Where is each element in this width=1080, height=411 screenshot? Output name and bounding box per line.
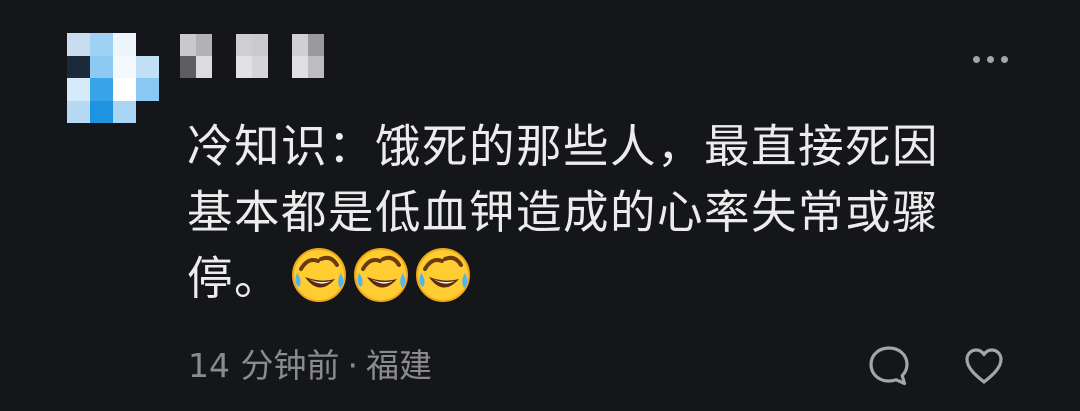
more-dot — [1000, 55, 1008, 63]
more-dot — [972, 55, 980, 63]
meta-separator: · — [347, 346, 358, 385]
username-pixel-block — [180, 34, 212, 78]
reply-button[interactable] — [867, 344, 911, 388]
comment-text-line: 冷知识：饿死的那些人，最直接死因 — [187, 120, 940, 173]
comment-bubble-icon — [869, 346, 909, 386]
username-pixel-block — [236, 34, 268, 78]
more-dot — [986, 55, 994, 63]
comment-text-line: 基本都是低血钾造成的心率失常或骤 — [187, 186, 940, 239]
time-ago: 14 分钟前 — [188, 346, 340, 385]
comment-text-line: 停。 — [187, 246, 1017, 312]
comment-meta: 14 分钟前 · 福建 — [188, 341, 432, 391]
location: 福建 — [365, 346, 432, 385]
rolling-on-floor-laughing-emoji — [354, 248, 409, 302]
rolling-on-floor-laughing-emoji — [292, 248, 347, 302]
username-pixel-block — [292, 34, 324, 78]
rolling-on-floor-laughing-emoji — [416, 248, 471, 302]
comment-item: 冷知识：饿死的那些人，最直接死因 基本都是低血钾造成的心率失常或骤 停。 14 … — [0, 0, 1080, 411]
comment-text: 冷知识：饿死的那些人，最直接死因 基本都是低血钾造成的心率失常或骤 停。 — [187, 114, 1017, 312]
username[interactable] — [180, 34, 324, 78]
comment-text-line-end: 停。 — [187, 252, 282, 305]
avatar[interactable] — [67, 33, 159, 123]
like-button[interactable] — [962, 344, 1006, 388]
heart-outline-icon — [965, 348, 1003, 384]
more-horizontal-icon[interactable] — [962, 48, 1018, 70]
emoji-group — [291, 247, 471, 303]
